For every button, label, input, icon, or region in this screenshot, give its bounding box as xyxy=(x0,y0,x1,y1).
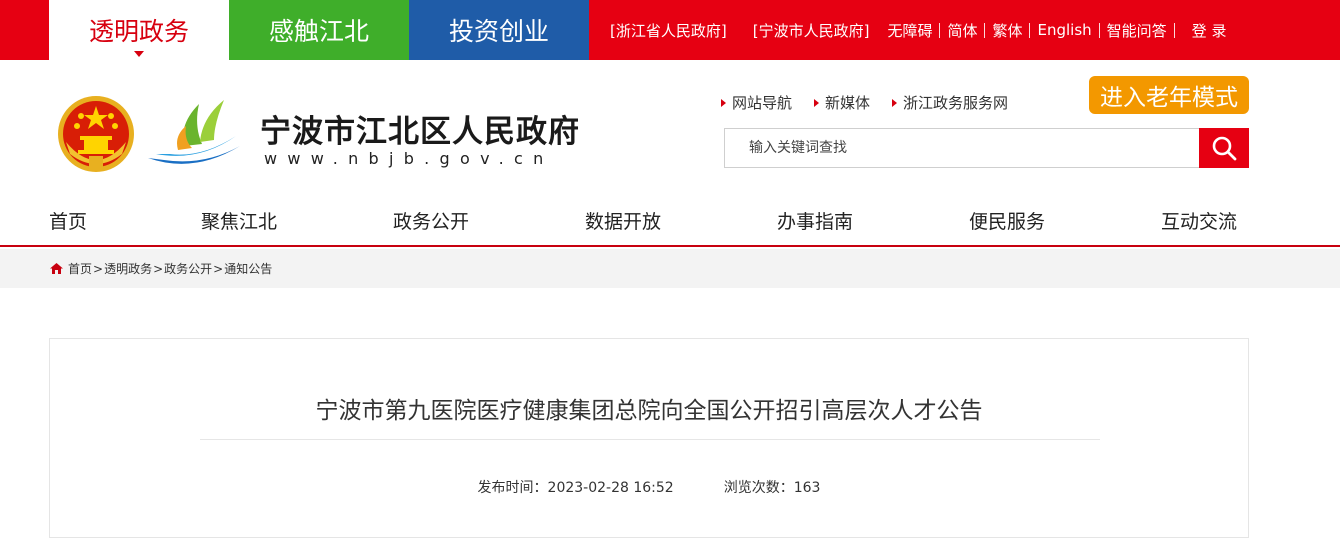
site-name: 宁波市江北区人民政府 xyxy=(260,114,580,150)
national-emblem-icon xyxy=(58,96,134,172)
divider xyxy=(200,439,1100,440)
main-nav: 首页 聚焦江北 政务公开 数据开放 办事指南 便民服务 互动交流 xyxy=(0,195,1340,247)
divider xyxy=(984,22,986,38)
tab-transparent-government[interactable]: 透明政务 xyxy=(49,0,229,60)
breadcrumb-notices[interactable]: 通知公告 xyxy=(224,260,272,277)
link-site-navigation[interactable]: 网站导航 xyxy=(721,92,792,113)
link-english[interactable]: English xyxy=(1037,21,1091,39)
nav-home[interactable]: 首页 xyxy=(49,195,87,245)
nav-open-data[interactable]: 数据开放 xyxy=(585,195,661,245)
views-label: 浏览次数： xyxy=(723,480,794,496)
link-zhejiang-gov[interactable]: [浙江省人民政府] xyxy=(610,20,727,41)
quick-links: 网站导航 新媒体 浙江政务服务网 xyxy=(721,92,1030,113)
link-accessibility[interactable]: 无障碍 xyxy=(887,20,932,41)
link-traditional[interactable]: 繁体 xyxy=(992,20,1022,41)
link-new-media[interactable]: 新媒体 xyxy=(814,92,870,113)
login-link[interactable]: 登 录 xyxy=(1192,20,1227,41)
site-url: www.nbjb.gov.cn xyxy=(264,149,554,168)
top-bar: 透明政务 感触江北 投资创业 [浙江省人民政府] [宁波市人民政府] 无障碍 简… xyxy=(0,0,1340,60)
views-value: 163 xyxy=(793,480,821,496)
article-meta: 发布时间：2023-02-28 16:52 浏览次数：163 xyxy=(50,477,1248,497)
link-label: 新媒体 xyxy=(825,94,871,112)
publish-value: 2023-02-28 16:52 xyxy=(547,480,674,496)
nav-interaction[interactable]: 互动交流 xyxy=(1161,195,1237,245)
nav-public-service[interactable]: 便民服务 xyxy=(969,195,1045,245)
divider xyxy=(1029,22,1031,38)
divider xyxy=(939,22,941,38)
caret-down-icon xyxy=(134,51,144,57)
tab-label: 透明政务 xyxy=(88,17,189,46)
tab-touch-jiangbei[interactable]: 感触江北 xyxy=(229,0,409,60)
link-zhejiang-service[interactable]: 浙江政务服务网 xyxy=(892,92,1008,113)
tab-label: 投资创业 xyxy=(448,17,549,46)
breadcrumb-government-affairs[interactable]: 政务公开 xyxy=(164,260,212,277)
tab-label: 感触江北 xyxy=(268,17,369,46)
search-icon xyxy=(1212,136,1237,161)
publish-label: 发布时间： xyxy=(477,480,548,496)
breadcrumb-transparent-government[interactable]: 透明政务 xyxy=(104,260,152,277)
article-title: 宁波市第九医院医疗健康集团总院向全国公开招引高层次人才公告 xyxy=(315,398,983,424)
link-label: 网站导航 xyxy=(732,94,793,112)
link-simplified[interactable]: 简体 xyxy=(947,20,977,41)
triangle-right-icon xyxy=(814,98,820,107)
triangle-right-icon xyxy=(892,98,898,107)
jiangbei-logo-icon xyxy=(148,100,240,164)
link-label: 浙江政务服务网 xyxy=(903,94,1009,112)
top-links: [浙江省人民政府] [宁波市人民政府] 无障碍 简体 繁体 English 智能… xyxy=(610,0,1226,60)
triangle-right-icon xyxy=(721,98,726,107)
breadcrumb: 首页 > 透明政务 > 政务公开 > 通知公告 xyxy=(50,249,272,288)
link-ningbo-gov[interactable]: [宁波市人民政府] xyxy=(753,20,870,41)
divider xyxy=(1098,22,1100,38)
home-icon xyxy=(50,263,63,274)
search-input[interactable] xyxy=(724,128,1200,168)
divider xyxy=(1173,22,1175,38)
nav-focus-jiangbei[interactable]: 聚焦江北 xyxy=(201,195,277,245)
breadcrumb-home[interactable]: 首页 xyxy=(68,260,92,277)
elder-mode-button[interactable]: 进入老年模式 xyxy=(1089,76,1249,114)
tab-investment[interactable]: 投资创业 xyxy=(409,0,589,60)
link-smart-qa[interactable]: 智能问答 xyxy=(1107,20,1167,41)
nav-service-guide[interactable]: 办事指南 xyxy=(777,195,853,245)
search-button[interactable] xyxy=(1199,128,1249,168)
nav-government-affairs[interactable]: 政务公开 xyxy=(393,195,469,245)
article-panel: 宁波市第九医院医疗健康集团总院向全国公开招引高层次人才公告 发布时间：2023-… xyxy=(49,338,1249,538)
view-count: 浏览次数：163 xyxy=(724,477,821,497)
publish-time: 发布时间：2023-02-28 16:52 xyxy=(478,477,674,497)
breadcrumb-bar: 首页 > 透明政务 > 政务公开 > 通知公告 xyxy=(0,249,1340,288)
